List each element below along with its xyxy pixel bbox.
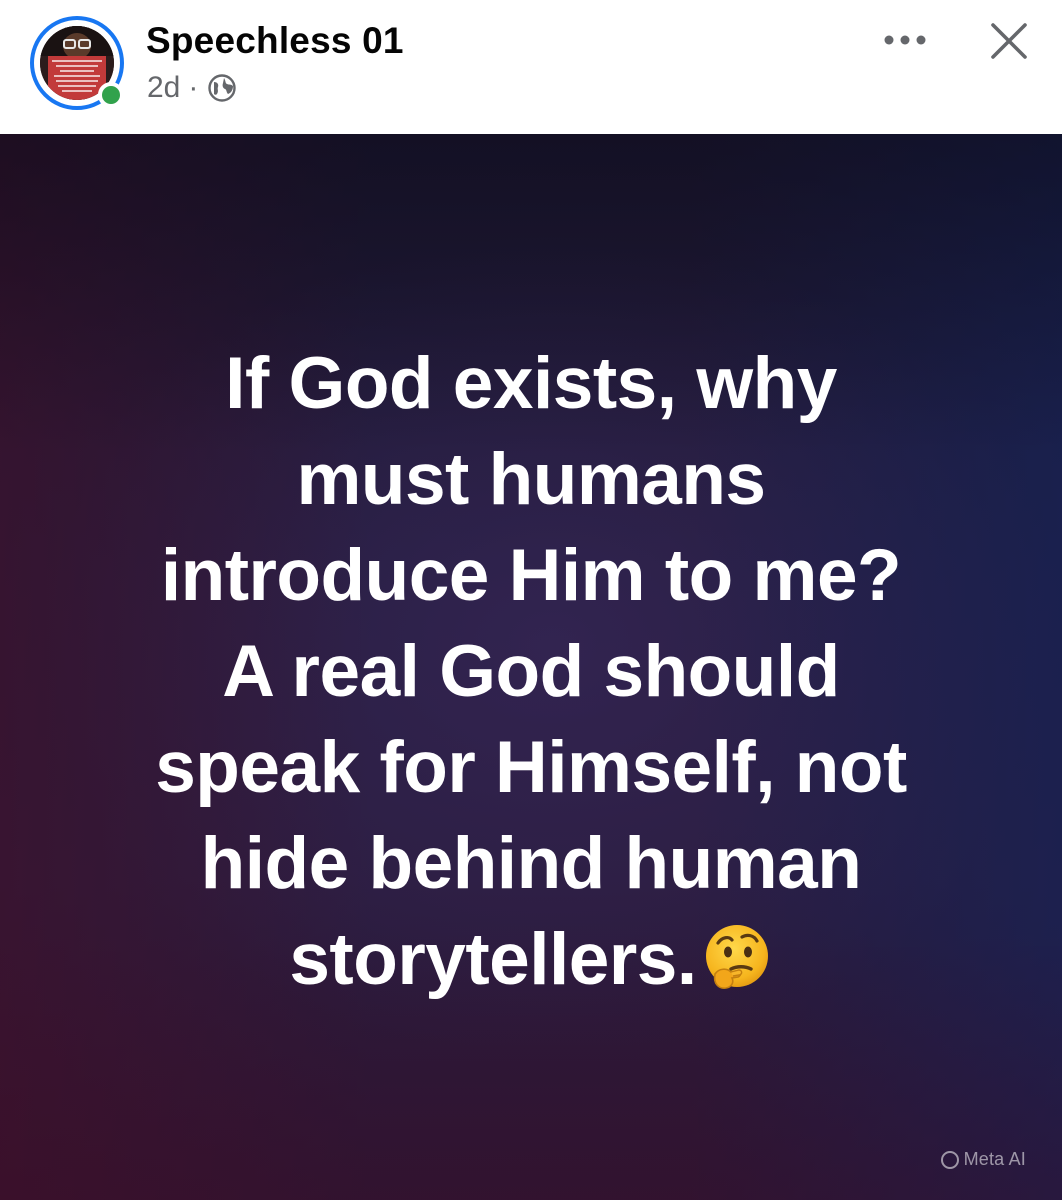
- post-line: introduce Him to me?: [160, 535, 902, 616]
- post-meta: 2d ·: [147, 70, 237, 106]
- post-line-text: storytellers.: [289, 919, 697, 1000]
- meta-ai-watermark: Meta AI: [940, 1149, 1026, 1170]
- post-line: A real God should: [222, 631, 840, 712]
- post-text: If God exists, why must humans introduce…: [40, 336, 1022, 1008]
- post-line: hide behind human: [200, 823, 862, 904]
- close-icon: [991, 23, 1027, 59]
- globe-icon: [207, 73, 237, 103]
- post-line-last: storytellers.: [40, 912, 1022, 1008]
- post-timestamp[interactable]: 2d: [147, 71, 180, 105]
- meta-ai-label: Meta AI: [963, 1149, 1026, 1169]
- meta-ai-icon: [940, 1150, 959, 1169]
- close-button[interactable]: [984, 16, 1034, 66]
- online-status-dot: [98, 82, 124, 108]
- author-name[interactable]: Speechless 01: [146, 20, 404, 62]
- facebook-post: Speechless 01 2d · If God exists, why mu…: [0, 0, 1062, 1200]
- more-options-icon: [884, 35, 926, 45]
- meta-separator: ·: [188, 71, 199, 104]
- post-text-card[interactable]: If God exists, why must humans introduce…: [0, 134, 1062, 1200]
- post-line: speak for Himself, not: [155, 727, 907, 808]
- post-line: must humans: [296, 439, 766, 520]
- post-header: Speechless 01 2d ·: [0, 0, 1062, 134]
- more-options-button[interactable]: [878, 22, 932, 58]
- thinking-face-icon: [701, 922, 773, 994]
- post-line: If God exists, why: [225, 343, 837, 424]
